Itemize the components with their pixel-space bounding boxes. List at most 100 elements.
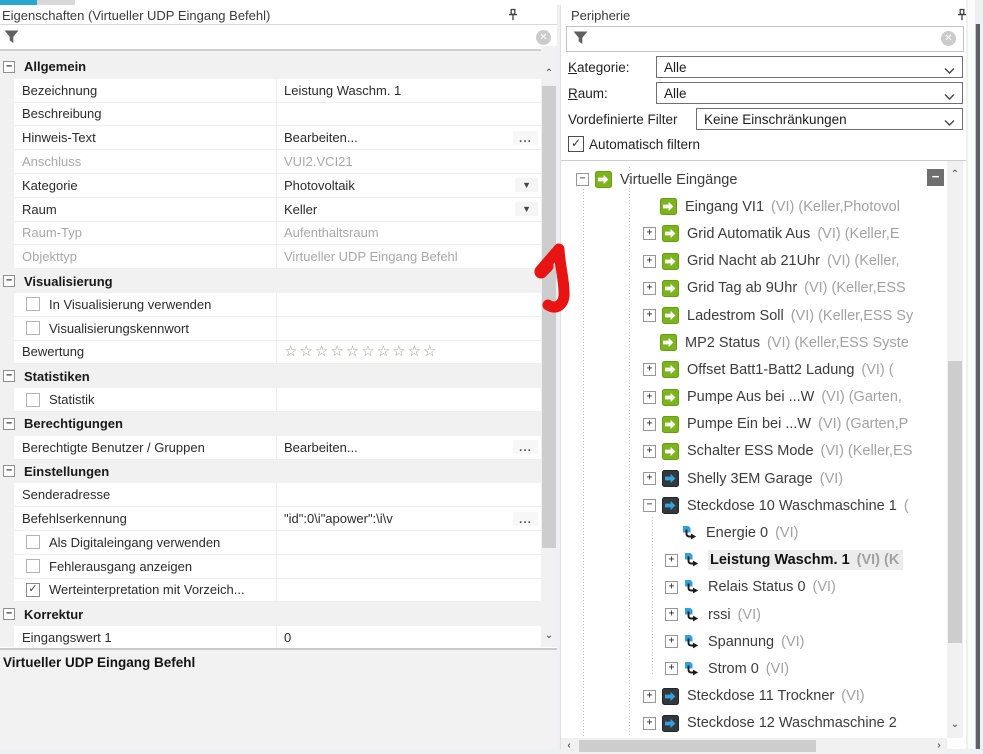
expander-icon[interactable]: − [643,499,656,513]
scroll-down-button[interactable]: ⌄ [947,719,963,730]
property-value[interactable] [277,555,541,578]
property-row[interactable]: Befehlserkennung "id":0\i"apower":\i\v... [14,507,541,531]
ellipsis-button[interactable]: ... [512,440,538,455]
periphery-filter-bar[interactable]: ✕ [566,26,964,52]
property-value[interactable] [277,317,541,340]
section-header[interactable]: − Korrektur [0,602,541,626]
checkbox[interactable] [26,392,40,407]
tree-item[interactable]: + Pumpe Ein bei ...W (VI) (Garten,P [561,411,947,438]
property-row[interactable]: Bewertung ☆☆☆☆☆☆☆☆☆☆ [14,340,541,365]
property-row[interactable]: ✓ Werteinterpretation mit Vorzeich... [14,578,541,603]
tree-item[interactable]: + Shelly 3EM Garage (VI) [561,465,947,492]
property-row[interactable]: Als Digitaleingang verwenden [14,530,541,555]
tree-item[interactable]: + rssi (VI) [561,601,947,628]
property-value[interactable] [277,293,541,316]
collapse-icon[interactable]: − [3,60,15,73]
section-header[interactable]: − Visualisierung [0,269,541,293]
scroll-left-button[interactable]: ‹ [563,740,575,751]
tree-item[interactable]: + Ladestrom Soll (VI) (Keller,ESS Sy [561,302,947,329]
property-value[interactable] [277,388,541,411]
dropdown-button[interactable]: ▼ [515,202,538,217]
scrollbar-thumb[interactable] [542,86,556,548]
property-row[interactable]: Raum Keller ▼ [14,197,541,222]
expander-icon[interactable]: + [643,281,656,295]
property-row[interactable]: Senderadresse [14,483,541,508]
expander-icon[interactable]: + [665,635,678,649]
ellipsis-button[interactable]: ... [512,511,538,526]
expander-icon[interactable]: + [643,444,656,458]
checkbox[interactable] [26,297,40,312]
property-row[interactable]: Hinweis-Text Bearbeiten...... [14,126,541,151]
checkbox[interactable]: ✓ [26,582,40,597]
property-value[interactable]: Photovoltaik [277,174,541,197]
property-row[interactable]: Anschluss VUI2.VCI21 [14,150,541,174]
scroll-right-button[interactable]: › [933,740,945,751]
scrollbar-thumb[interactable] [948,361,962,643]
tree-horizontal-scrollbar[interactable]: ‹ › [561,738,947,754]
expander-icon[interactable]: + [665,553,678,567]
property-row[interactable]: Fehlerausgang anzeigen [14,554,541,579]
tree-item[interactable]: MP2 Status (VI) (Keller,ESS Syste [561,329,947,356]
property-row[interactable]: Bezeichnung Leistung Waschm. 1 [14,78,541,103]
property-value[interactable]: VUI2.VCI21 [277,150,541,173]
property-row[interactable]: In Visualisierung verwenden [14,292,541,317]
tree-item[interactable]: + Schalter ESS Mode (VI) (Keller,ES [561,438,947,465]
tree-vertical-scrollbar[interactable]: ⌃ ⌄ [947,161,963,738]
tree-item[interactable]: + Steckdose 11 Trockner (VI) [561,683,947,710]
property-value[interactable]: Aufenthaltsraum [277,222,541,245]
checkbox[interactable] [26,321,40,336]
expander-icon[interactable]: + [665,662,678,676]
section-header[interactable]: − Berechtigungen [0,412,541,436]
property-row[interactable]: Eingangswert 1 0 [14,626,541,647]
tree-item[interactable]: + Relais Status 0 (VI) [561,574,947,601]
expander-icon[interactable]: + [643,363,656,377]
clear-filter-icon[interactable]: ✕ [941,31,956,46]
tree-item[interactable]: + Grid Nacht ab 21Uhr (VI) (Keller, [561,248,947,275]
tree-item[interactable]: + Grid Automatik Aus (VI) (Keller,E [561,220,947,247]
property-value[interactable]: Keller [277,198,541,221]
expander-icon[interactable]: + [643,227,656,241]
tree-item[interactable]: Energie 0 (VI) [561,519,947,546]
property-row[interactable]: Beschreibung [14,102,541,127]
tree-item[interactable]: + Strom 0 (VI) [561,655,947,682]
scroll-up-button[interactable]: ⌃ [541,68,557,79]
property-value[interactable]: Bearbeiten... [277,436,541,459]
tree-item[interactable]: + Steckdose 12 Waschmaschine 2 [561,710,947,737]
expander-icon[interactable]: + [643,472,656,486]
collapse-icon[interactable]: − [3,465,15,478]
tree-item[interactable]: − Virtuelle Eingänge [561,166,947,193]
property-value[interactable] [277,579,541,602]
property-row[interactable]: Kategorie Photovoltaik ▼ [14,173,541,198]
checkbox[interactable] [26,535,40,550]
panel-splitter[interactable] [976,24,980,749]
property-value[interactable]: Leistung Waschm. 1 [277,79,541,102]
property-row[interactable]: Berechtigte Benutzer / Gruppen Bearbeiten… [14,435,541,460]
dropdown-button[interactable]: ▼ [515,178,538,193]
property-value[interactable] [277,483,541,506]
property-row[interactable]: Objekttyp Virtueller UDP Eingang Befehl [14,245,541,270]
tree-item[interactable]: + Spannung (VI) [561,628,947,655]
collapse-icon[interactable]: − [3,370,15,383]
tree-item[interactable]: + Leistung Waschm. 1 (VI) (K [561,547,947,574]
property-value[interactable]: ☆☆☆☆☆☆☆☆☆☆ [277,341,541,364]
collapse-all-button[interactable]: − [927,169,944,186]
expander-icon[interactable]: + [643,390,656,404]
expander-icon[interactable]: + [643,689,656,703]
property-row[interactable]: Raum-Typ Aufenthaltsraum [14,221,541,246]
section-header[interactable]: − Einstellungen [0,460,541,484]
expander-icon[interactable]: − [576,173,589,187]
property-value[interactable] [277,531,541,554]
property-value[interactable]: Virtueller UDP Eingang Befehl [277,245,541,268]
property-row[interactable]: Statistik [14,388,541,412]
expander-icon[interactable]: + [665,580,678,594]
collapse-icon[interactable]: − [3,608,15,621]
property-value[interactable]: "id":0\i"apower":\i\v [277,507,541,530]
property-value[interactable]: Bearbeiten... [277,126,541,149]
predefined-filter-select[interactable]: Keine Einschränkungen [696,108,963,130]
property-value[interactable]: 0 [277,626,541,647]
section-header[interactable]: − Statistiken [0,364,541,388]
expander-icon[interactable]: + [665,608,678,622]
property-value[interactable] [277,103,541,126]
auto-filter-checkbox[interactable]: ✓ [568,136,584,152]
ellipsis-button[interactable]: ... [512,130,538,145]
